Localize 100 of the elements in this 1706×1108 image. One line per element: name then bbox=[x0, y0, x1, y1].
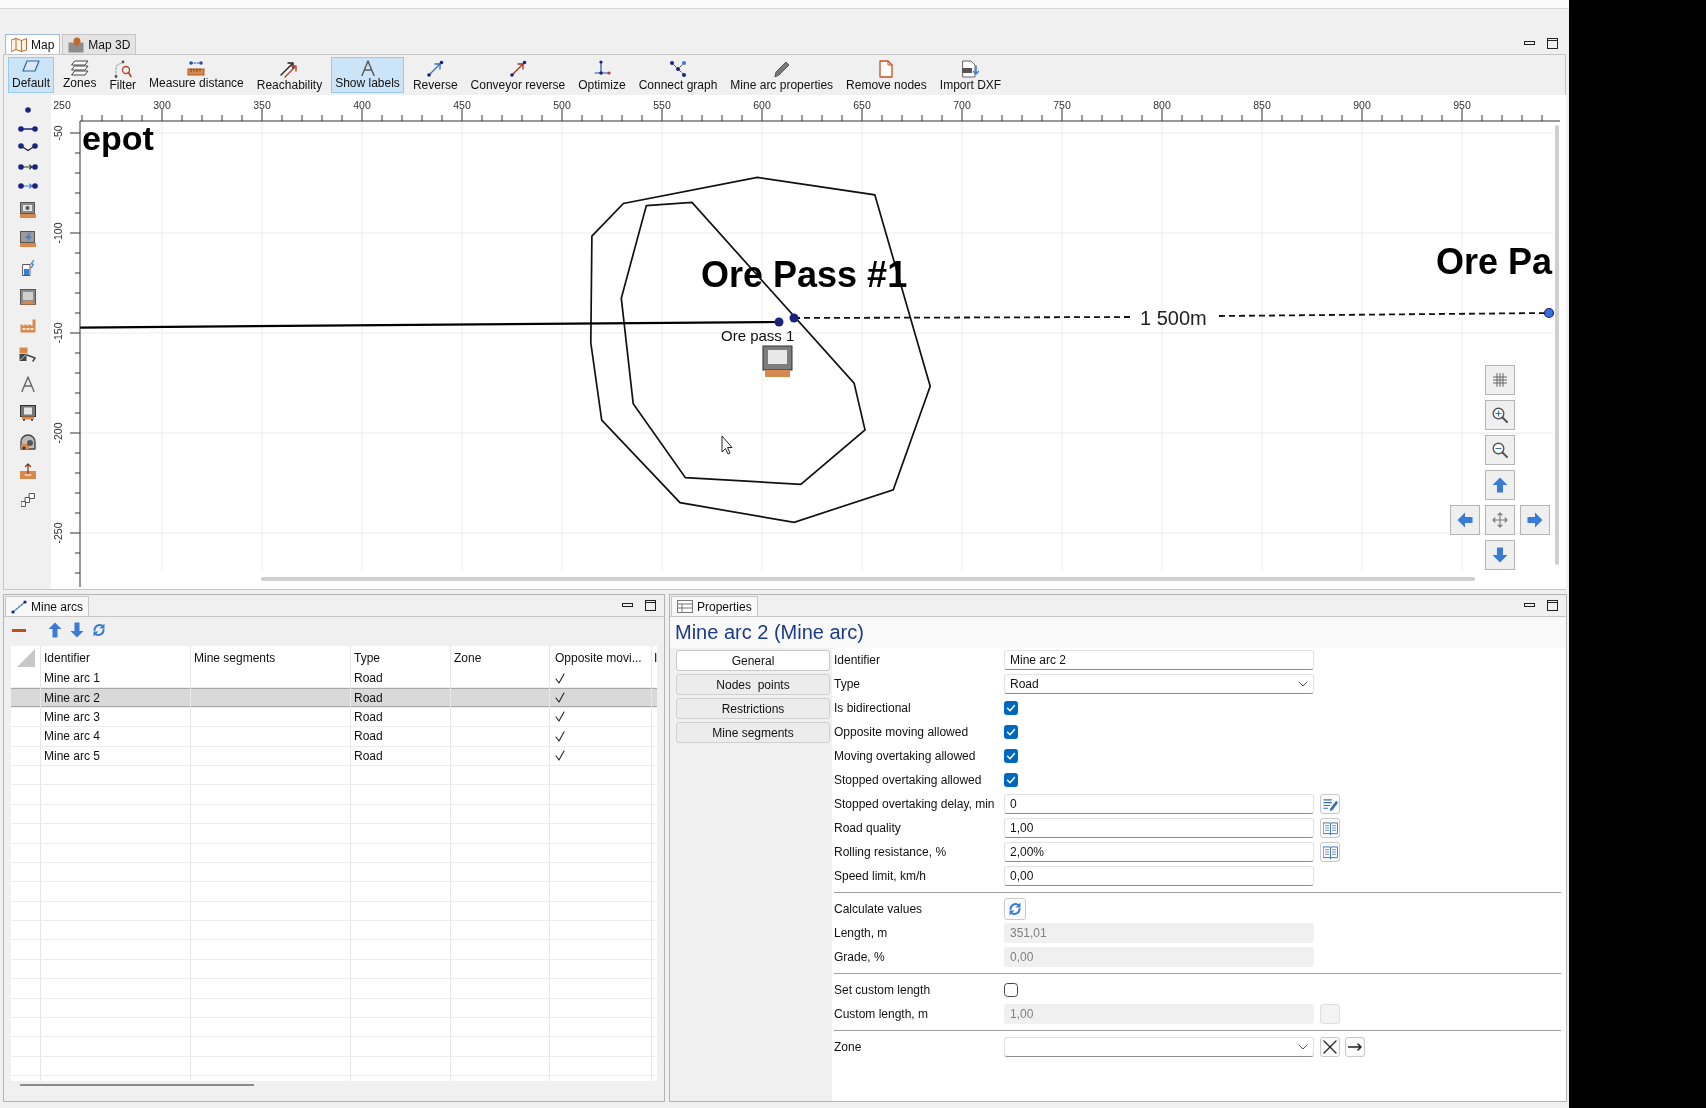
bent-segment-icon[interactable] bbox=[17, 143, 38, 152]
squares-icon[interactable] bbox=[20, 492, 35, 507]
minus-icon[interactable] bbox=[12, 628, 26, 632]
dropdown[interactable] bbox=[1004, 1037, 1314, 1057]
go-button[interactable] bbox=[1345, 1037, 1365, 1057]
panel-tab[interactable]: Properties bbox=[671, 596, 758, 616]
column-header[interactable]: Mine segments bbox=[190, 646, 350, 669]
scrollbar[interactable] bbox=[20, 1084, 254, 1086]
toolbar-button[interactable]: Remove nodes bbox=[842, 57, 931, 93]
clear-button[interactable] bbox=[1320, 1037, 1340, 1057]
container-icon[interactable] bbox=[19, 201, 36, 218]
checkbox[interactable] bbox=[1004, 773, 1018, 787]
toolbar-button[interactable]: Optimize bbox=[574, 57, 630, 93]
tab[interactable]: Map bbox=[5, 34, 61, 54]
toolbar-button[interactable]: Filter bbox=[105, 57, 141, 93]
arrow-right-icon bbox=[1348, 1043, 1362, 1051]
dropdown[interactable]: Road bbox=[1004, 674, 1314, 694]
grid-button[interactable] bbox=[1485, 365, 1515, 395]
book-button[interactable] bbox=[1320, 818, 1340, 838]
column-header[interactable]: Opposite movi... bbox=[549, 646, 651, 669]
column-header[interactable]: Zone bbox=[450, 646, 549, 669]
ruler-label: 350 bbox=[253, 99, 271, 111]
machine-icon[interactable] bbox=[762, 345, 793, 377]
minimize-icon[interactable] bbox=[622, 603, 633, 607]
toolbar-button[interactable]: Mine arc properties bbox=[726, 57, 838, 93]
text-field[interactable]: 2,00% bbox=[1004, 842, 1314, 862]
table-row[interactable]: Mine arc 3 Road bbox=[11, 707, 657, 728]
map-node[interactable] bbox=[774, 317, 784, 327]
edit-button[interactable] bbox=[1320, 794, 1340, 814]
text-field[interactable]: 0,00 bbox=[1004, 866, 1314, 886]
maximize-icon[interactable] bbox=[645, 599, 656, 611]
maximize-icon[interactable] bbox=[1547, 37, 1558, 49]
scrollbar[interactable] bbox=[261, 577, 1475, 581]
text-field[interactable]: 0 bbox=[1004, 794, 1314, 814]
section-tab[interactable]: Restrictions bbox=[676, 698, 830, 719]
toolbar-button[interactable]: Zones bbox=[59, 57, 101, 93]
text-field[interactable]: 1,00 bbox=[1004, 818, 1314, 838]
dot-icon[interactable] bbox=[24, 106, 31, 113]
arrow-segment-icon[interactable] bbox=[17, 163, 38, 170]
cart-icon[interactable] bbox=[19, 404, 36, 421]
toolbar-button[interactable]: Reverse bbox=[408, 57, 462, 93]
table-cell: Mine arc 1 bbox=[40, 669, 190, 688]
book-button[interactable] bbox=[1320, 842, 1340, 862]
arrow-up-icon[interactable] bbox=[48, 622, 62, 638]
toolbar-button[interactable]: Default bbox=[8, 57, 55, 93]
pan-left-button[interactable] bbox=[1450, 505, 1480, 535]
lightning-icon[interactable] bbox=[19, 230, 36, 247]
section-tab[interactable]: Mine segments bbox=[676, 722, 830, 743]
column-header[interactable]: Type bbox=[350, 646, 450, 669]
pan-up-button[interactable] bbox=[1485, 470, 1515, 500]
refresh-icon bbox=[1008, 901, 1022, 917]
toolbar-button[interactable]: Show labels bbox=[331, 57, 404, 93]
letter-icon[interactable] bbox=[20, 375, 35, 392]
battery-icon[interactable] bbox=[20, 259, 35, 276]
scrollbar[interactable] bbox=[1555, 125, 1559, 565]
ruler-label: -100 bbox=[52, 222, 64, 244]
map-node[interactable] bbox=[1543, 307, 1555, 319]
box-arrow-icon[interactable] bbox=[19, 462, 36, 479]
arrow-segment-icon[interactable] bbox=[17, 182, 38, 189]
toolbar-button[interactable]: Measure distance bbox=[145, 57, 248, 93]
zoom-in-button[interactable] bbox=[1485, 400, 1515, 430]
checkbox[interactable] bbox=[1004, 749, 1018, 763]
calculate-button[interactable] bbox=[1004, 898, 1026, 920]
checkbox[interactable] bbox=[1004, 725, 1018, 739]
zoom-out-button[interactable] bbox=[1485, 435, 1515, 465]
column-header[interactable]: Identifier bbox=[40, 646, 190, 669]
arc-arrow-icon bbox=[426, 60, 445, 78]
garage-icon[interactable] bbox=[19, 288, 36, 305]
toolbar-button[interactable]: Import DXF bbox=[935, 57, 1006, 93]
arrow-down-icon[interactable] bbox=[70, 622, 84, 638]
section-tab[interactable]: Nodes points bbox=[676, 674, 830, 695]
minimize-icon[interactable] bbox=[1524, 603, 1535, 607]
table-row[interactable]: Mine arc 2 Road bbox=[11, 688, 657, 708]
section-tab[interactable]: General bbox=[676, 650, 830, 671]
toolbar-button[interactable]: Conveyor reverse bbox=[466, 57, 570, 93]
refresh-icon[interactable] bbox=[92, 622, 106, 638]
loader-icon[interactable] bbox=[19, 433, 36, 450]
table-row[interactable]: Mine arc 4 Road bbox=[11, 727, 657, 747]
tab[interactable]: Map 3D bbox=[62, 34, 137, 54]
minimize-icon[interactable] bbox=[1524, 41, 1535, 45]
machine-icon[interactable] bbox=[19, 347, 36, 362]
arrow-right-icon bbox=[1527, 512, 1543, 528]
toolbar-button[interactable]: Reachability bbox=[252, 57, 327, 93]
pan-right-button[interactable] bbox=[1520, 505, 1550, 535]
pan-down-button[interactable] bbox=[1485, 540, 1515, 570]
text-field[interactable]: Mine arc 2 bbox=[1004, 650, 1314, 670]
toolbar-button[interactable]: Connect graph bbox=[634, 57, 722, 93]
column-header[interactable]: I bbox=[651, 646, 657, 669]
maximize-icon[interactable] bbox=[1547, 599, 1558, 611]
checkbox[interactable] bbox=[1004, 983, 1018, 997]
checkbox[interactable] bbox=[1004, 701, 1018, 715]
arrow-left-icon bbox=[1457, 512, 1473, 528]
center-button[interactable] bbox=[1485, 505, 1515, 535]
segment-icon[interactable] bbox=[17, 125, 38, 132]
ruler-label: 900 bbox=[1353, 99, 1371, 111]
table-row[interactable]: Mine arc 5 Road bbox=[11, 746, 657, 766]
map-node[interactable] bbox=[789, 313, 799, 323]
table-cell: Mine arc 5 bbox=[40, 746, 190, 765]
panel-tab[interactable]: Mine arcs bbox=[5, 596, 89, 616]
chevron-down-icon bbox=[1298, 681, 1308, 687]
